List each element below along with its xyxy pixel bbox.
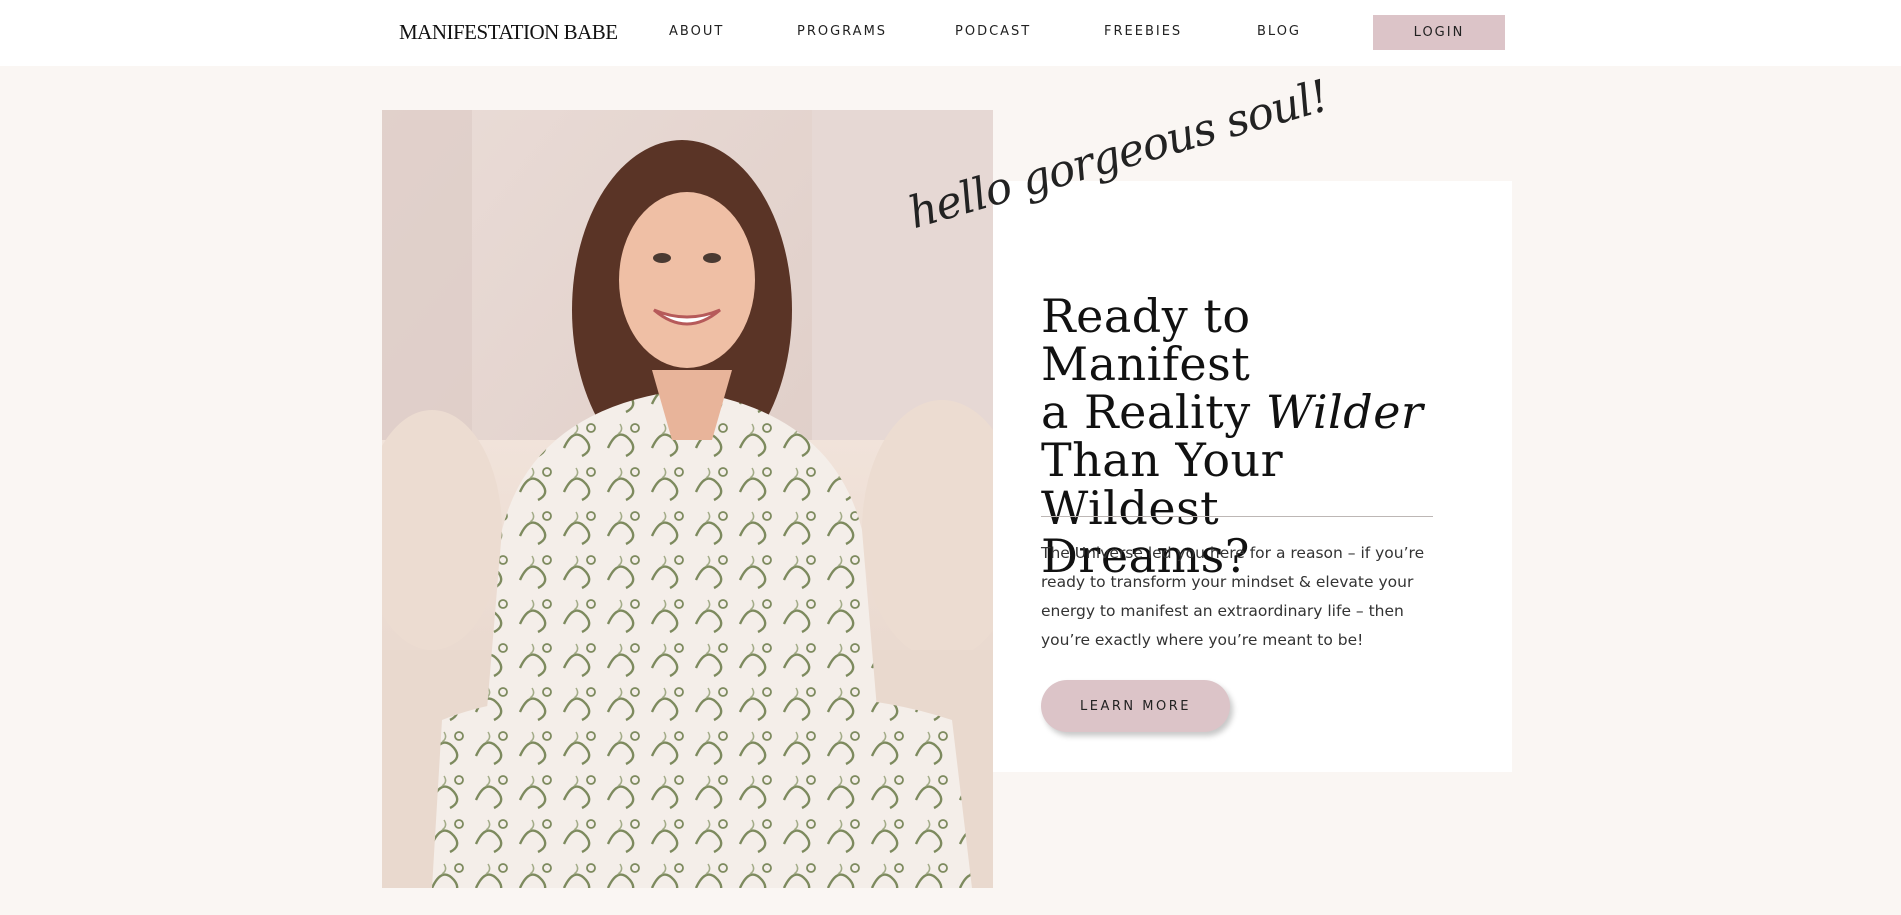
top-navigation-bar: MANIFESTATION BABE ABOUT PROGRAMS PODCAS… [0, 0, 1901, 66]
nav-item-blog[interactable]: BLOG [1257, 24, 1301, 39]
headline-line-1: Ready to Manifest [1041, 289, 1251, 391]
hero-headline: Ready to Manifest a Reality Wilder Than … [1041, 292, 1461, 580]
headline-divider [1041, 516, 1433, 517]
nav-item-freebies[interactable]: FREEBIES [1104, 24, 1182, 39]
nav-item-podcast[interactable]: PODCAST [955, 24, 1031, 39]
nav-item-programs[interactable]: PROGRAMS [797, 24, 887, 39]
headline-line-3: Than Your Wildest [1041, 433, 1284, 535]
headline-line-2-start: a Reality [1041, 385, 1266, 439]
brand-logo[interactable]: MANIFESTATION BABE [399, 20, 618, 45]
hero-photo [382, 110, 993, 888]
hero-body-text: The Universe led you here for a reason –… [1041, 544, 1425, 649]
headline-emphasis: Wilder [1265, 385, 1424, 439]
login-button[interactable]: LOGIN [1373, 15, 1505, 50]
nav-item-about[interactable]: ABOUT [669, 24, 724, 39]
hero-photo-illustration [382, 110, 993, 888]
learn-more-button[interactable]: LEARN MORE [1041, 680, 1230, 732]
